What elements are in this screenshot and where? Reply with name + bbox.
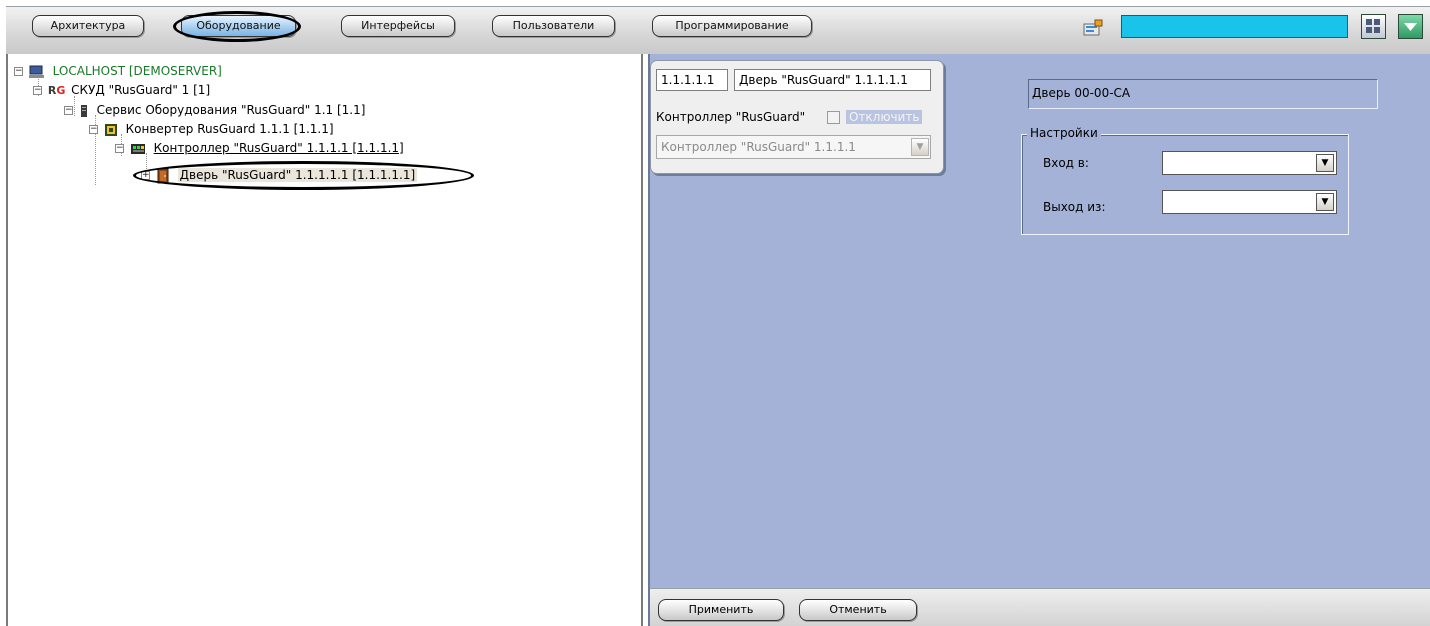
disable-label: Отключить	[846, 110, 923, 124]
dropdown-arrow-icon	[1404, 23, 1417, 31]
collapse-toggle-icon[interactable]: −	[14, 67, 23, 76]
tree-node-label: СКУД "RusGuard" 1 [1]	[71, 83, 211, 97]
exit-label: Выход из:	[1043, 200, 1106, 214]
disable-checkbox[interactable]	[827, 111, 840, 124]
service-icon	[80, 104, 87, 117]
collapse-toggle-icon[interactable]: −	[115, 144, 124, 153]
door-icon	[157, 168, 169, 183]
tab-architecture[interactable]: Архитектура	[32, 15, 144, 37]
menu-dropdown-button[interactable]	[1398, 14, 1423, 39]
entry-dropdown-icon[interactable]: ▼	[1316, 154, 1334, 172]
object-name-field[interactable]: Дверь "RusGuard" 1.1.1.1.1	[734, 69, 931, 91]
object-id-field[interactable]: 1.1.1.1.1	[656, 69, 728, 91]
exit-dropdown-icon[interactable]: ▼	[1316, 193, 1334, 211]
parent-select[interactable]: Контроллер "RusGuard" 1.1.1.1	[656, 135, 931, 159]
cancel-button[interactable]: Отменить	[799, 599, 917, 621]
tree-node-converter[interactable]: − Конвертер RusGuard 1.1.1 [1.1.1]	[89, 120, 334, 138]
parent-label: Контроллер "RusGuard"	[656, 110, 806, 124]
computer-icon	[28, 65, 44, 78]
tree-node-controller[interactable]: − Контроллер "RusGuard" 1.1.1.1 [1.1.1.1…	[115, 139, 404, 157]
tree-node-localhost[interactable]: − LOCALHOST [DEMOSERVER]	[14, 62, 222, 80]
tree-node-label: Конвертер RusGuard 1.1.1 [1.1.1]	[125, 122, 334, 136]
rg-logo-icon: RG	[47, 83, 66, 97]
layout-grid-button[interactable]	[1361, 14, 1386, 39]
expand-toggle-icon[interactable]: +	[141, 171, 150, 180]
status-field[interactable]	[1121, 15, 1348, 38]
tree-node-label: Дверь "RusGuard" 1.1.1.1.1 [1.1.1.1.1]	[177, 168, 418, 182]
tree-node-label: Контроллер "RusGuard" 1.1.1.1 [1.1.1.1]	[153, 141, 404, 155]
tab-programming[interactable]: Программирование	[652, 15, 812, 37]
layout-grid-icon	[1366, 19, 1380, 33]
tree-node-door[interactable]: + Дверь "RusGuard" 1.1.1.1.1 [1.1.1.1.1]	[141, 166, 418, 184]
collapse-toggle-icon[interactable]: −	[64, 106, 73, 115]
exit-select[interactable]	[1162, 190, 1337, 214]
tree-node-skud[interactable]: − RG СКУД "RusGuard" 1 [1]	[33, 81, 210, 99]
entry-select[interactable]	[1162, 151, 1337, 175]
parent-select-dropdown-icon[interactable]: ▼	[911, 138, 929, 156]
tab-equipment[interactable]: Оборудование	[181, 15, 296, 37]
settings-groupbox	[1021, 134, 1349, 235]
tree-node-service[interactable]: − Сервис Оборудования "RusGuard" 1.1 [1.…	[64, 101, 365, 119]
tree-node-label: Сервис Оборудования "RusGuard" 1.1 [1.1]	[96, 103, 366, 117]
tree-node-label: LOCALHOST [DEMOSERVER]	[52, 64, 222, 78]
tab-users[interactable]: Пользователи	[492, 15, 615, 37]
notes-icon[interactable]	[1082, 19, 1104, 37]
settings-group-title: Настройки	[1027, 126, 1101, 140]
collapse-toggle-icon[interactable]: −	[33, 86, 42, 95]
entry-label: Вход в:	[1043, 156, 1089, 170]
collapse-toggle-icon[interactable]: −	[89, 125, 98, 134]
converter-icon	[104, 123, 117, 136]
door-name-field[interactable]: Дверь 00-00-CA	[1028, 79, 1378, 109]
apply-button[interactable]: Применить	[658, 599, 784, 621]
tab-interfaces[interactable]: Интерфейсы	[341, 15, 455, 37]
controller-icon	[130, 143, 145, 154]
